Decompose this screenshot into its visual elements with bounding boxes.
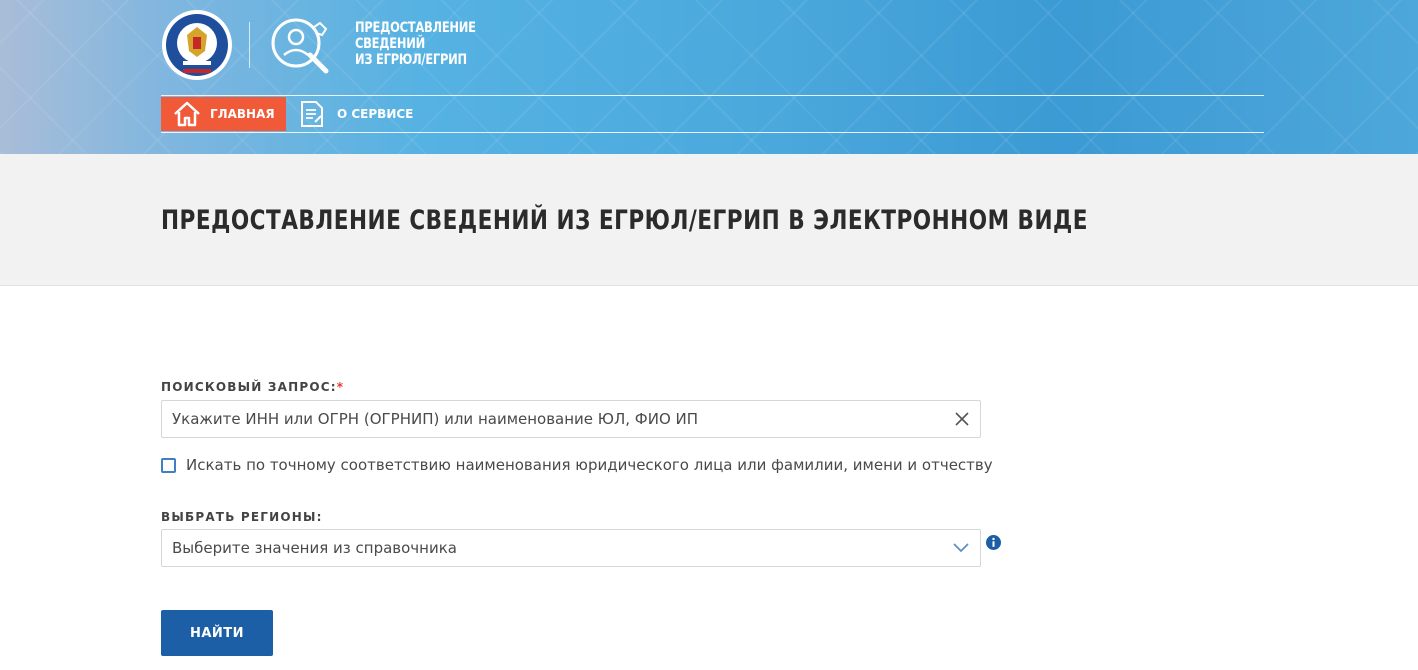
nav-divider-top	[161, 95, 1264, 96]
logo-divider	[249, 22, 250, 68]
regions-select[interactable]: Выберите значения из справочника	[161, 529, 981, 567]
service-title-line: ПРЕДОСТАВЛЕНИЕ	[355, 20, 476, 36]
service-logo-icon[interactable]	[270, 15, 332, 77]
nav-item-about[interactable]: О СЕРВИСЕ	[299, 100, 413, 128]
required-mark: *	[336, 380, 345, 394]
nav-divider-bottom	[161, 132, 1264, 133]
service-title-line: СВЕДЕНИЙ	[355, 36, 425, 52]
exact-match-checkbox[interactable]	[161, 457, 176, 473]
nav-item-home[interactable]: ГЛАВНАЯ	[161, 97, 286, 131]
nav-about-label: О СЕРВИСЕ	[337, 107, 414, 121]
search-label: ПОИСКОВЫЙ ЗАПРОС:*	[161, 380, 344, 394]
site-header: ПРЕДОСТАВЛЕНИЕ СВЕДЕНИЙ ИЗ ЕГРЮЛ/ЕГРИП Г…	[0, 0, 1418, 154]
regions-dropdown-button[interactable]	[942, 530, 980, 566]
find-button[interactable]: НАЙТИ	[161, 610, 273, 656]
page-title: ПРЕДОСТАВЛЕНИЕ СВЕДЕНИЙ ИЗ ЕГРЮЛ/ЕГРИП В…	[161, 205, 1089, 236]
fns-emblem-logo[interactable]	[161, 9, 233, 81]
nav-home-label: ГЛАВНАЯ	[210, 107, 275, 121]
house-icon	[174, 101, 200, 127]
exact-match-label[interactable]: Искать по точному соответствию наименова…	[186, 456, 993, 474]
document-icon	[301, 101, 323, 127]
service-title-line: ИЗ ЕГРЮЛ/ЕГРИП	[355, 52, 467, 68]
search-label-text: ПОИСКОВЫЙ ЗАПРОС:	[161, 380, 337, 394]
clear-search-button[interactable]	[944, 401, 980, 437]
regions-select-value[interactable]: Выберите значения из справочника	[162, 530, 942, 566]
chevron-down-icon	[953, 543, 969, 553]
service-title: ПРЕДОСТАВЛЕНИЕ СВЕДЕНИЙ ИЗ ЕГРЮЛ/ЕГРИП	[355, 20, 494, 68]
search-input[interactable]	[162, 401, 944, 437]
close-icon	[955, 412, 969, 426]
regions-label: ВЫБРАТЬ РЕГИОНЫ:	[161, 510, 323, 524]
title-band: ПРЕДОСТАВЛЕНИЕ СВЕДЕНИЙ ИЗ ЕГРЮЛ/ЕГРИП В…	[0, 154, 1418, 286]
search-field[interactable]	[161, 400, 981, 438]
exact-match-option[interactable]: Искать по точному соответствию наименова…	[161, 456, 993, 474]
info-icon[interactable]	[986, 535, 1001, 550]
